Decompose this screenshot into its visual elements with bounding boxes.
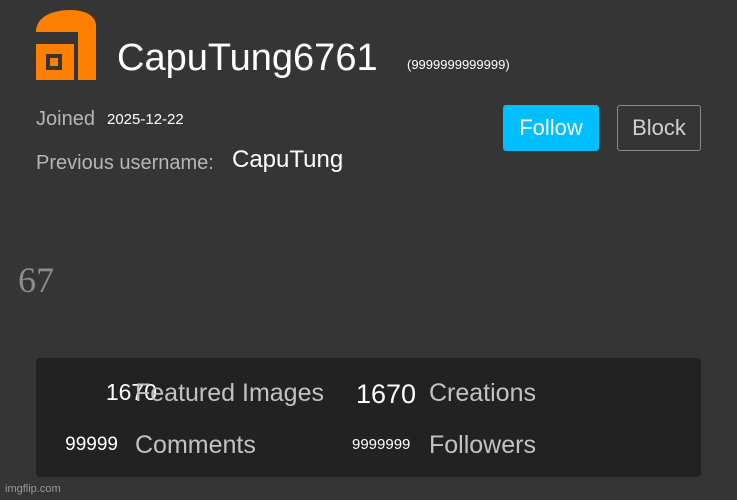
stat-creations-label[interactable]: Creations xyxy=(429,381,536,406)
watermark: imgflip.com xyxy=(5,483,61,495)
stats-panel xyxy=(36,358,701,477)
follow-button[interactable]: Follow xyxy=(503,105,599,151)
stat-followers-count: 9999999 xyxy=(352,436,411,453)
previous-username-value: CapuTung xyxy=(232,146,344,173)
profile-big-number: 67 xyxy=(18,260,54,300)
stat-comments-label[interactable]: Comments xyxy=(135,433,256,458)
profile-user-id: (9999999999999) xyxy=(407,57,510,72)
stat-creations-count: 1670 xyxy=(356,379,417,409)
imgflip-logo-icon[interactable] xyxy=(34,8,98,82)
previous-username-label: Previous username: xyxy=(36,152,214,174)
stat-followers-label[interactable]: Followers xyxy=(429,433,536,458)
stat-comments-count: 99999 xyxy=(65,434,118,455)
joined-date: 2025-12-22 xyxy=(107,111,184,128)
stat-featured-images-label[interactable]: Featured Images xyxy=(135,381,324,406)
profile-username: CapuTung6761 xyxy=(117,37,378,79)
block-button[interactable]: Block xyxy=(617,105,701,151)
joined-label: Joined xyxy=(36,108,95,130)
